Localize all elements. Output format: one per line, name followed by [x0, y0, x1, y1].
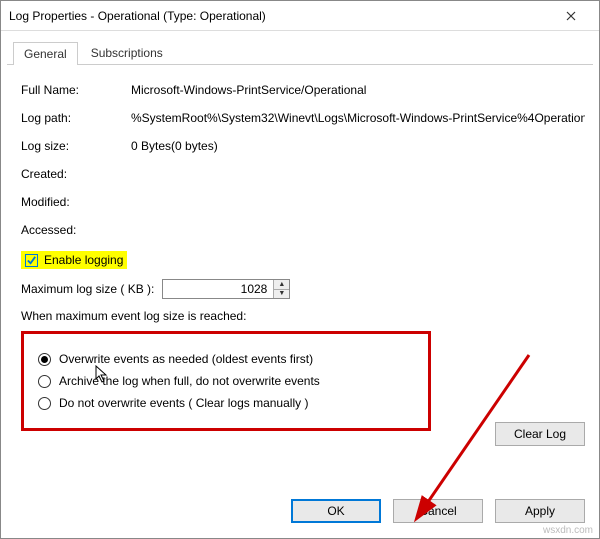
accessed-label: Accessed: — [21, 223, 131, 237]
enable-logging-checkbox[interactable]: Enable logging — [21, 251, 127, 269]
retention-radio-group: Overwrite events as needed (oldest event… — [21, 331, 431, 431]
cancel-button[interactable]: Cancel — [393, 499, 483, 523]
logpath-value: %SystemRoot%\System32\Winevt\Logs\Micros… — [131, 111, 585, 125]
apply-button[interactable]: Apply — [495, 499, 585, 523]
radio-archive-label: Archive the log when full, do not overwr… — [59, 374, 320, 388]
radio-donot-label: Do not overwrite events ( Clear logs man… — [59, 396, 308, 410]
log-properties-window: Log Properties - Operational (Type: Oper… — [0, 0, 600, 539]
radio-archive[interactable]: Archive the log when full, do not overwr… — [38, 374, 414, 388]
clear-log-button[interactable]: Clear Log — [495, 422, 585, 446]
watermark: wsxdn.com — [543, 525, 593, 536]
window-title: Log Properties - Operational (Type: Oper… — [9, 9, 551, 23]
logpath-label: Log path: — [21, 111, 131, 125]
ok-button[interactable]: OK — [291, 499, 381, 523]
logsize-value: 0 Bytes(0 bytes) — [131, 139, 585, 153]
fullname-label: Full Name: — [21, 83, 131, 97]
radio-icon — [38, 397, 51, 410]
checkbox-icon — [25, 254, 38, 267]
created-label: Created: — [21, 167, 131, 181]
tab-general[interactable]: General — [13, 42, 78, 65]
tab-subscriptions[interactable]: Subscriptions — [80, 41, 174, 64]
close-icon — [566, 11, 576, 21]
radio-overwrite[interactable]: Overwrite events as needed (oldest event… — [38, 352, 414, 366]
radio-overwrite-label: Overwrite events as needed (oldest event… — [59, 352, 313, 366]
radio-donot[interactable]: Do not overwrite events ( Clear logs man… — [38, 396, 414, 410]
fullname-value: Microsoft-Windows-PrintService/Operation… — [131, 83, 585, 97]
logsize-label: Log size: — [21, 139, 131, 153]
maxsize-label: Maximum log size ( KB ): — [21, 282, 154, 296]
modified-label: Modified: — [21, 195, 131, 209]
radio-icon — [38, 353, 51, 366]
tab-strip: General Subscriptions — [7, 37, 593, 65]
close-button[interactable] — [551, 2, 591, 30]
maxsize-stepper[interactable]: ▲ ▼ — [162, 279, 290, 299]
maxsize-input[interactable] — [163, 280, 273, 298]
titlebar: Log Properties - Operational (Type: Oper… — [1, 1, 599, 31]
dialog-body: Full Name: Microsoft-Windows-PrintServic… — [1, 65, 599, 494]
radio-icon — [38, 375, 51, 388]
dialog-footer: OK Cancel Apply — [1, 494, 599, 538]
reached-label: When maximum event log size is reached: — [21, 309, 585, 323]
spin-up-button[interactable]: ▲ — [274, 280, 289, 289]
enable-logging-label: Enable logging — [44, 253, 123, 267]
spin-down-button[interactable]: ▼ — [274, 289, 289, 299]
